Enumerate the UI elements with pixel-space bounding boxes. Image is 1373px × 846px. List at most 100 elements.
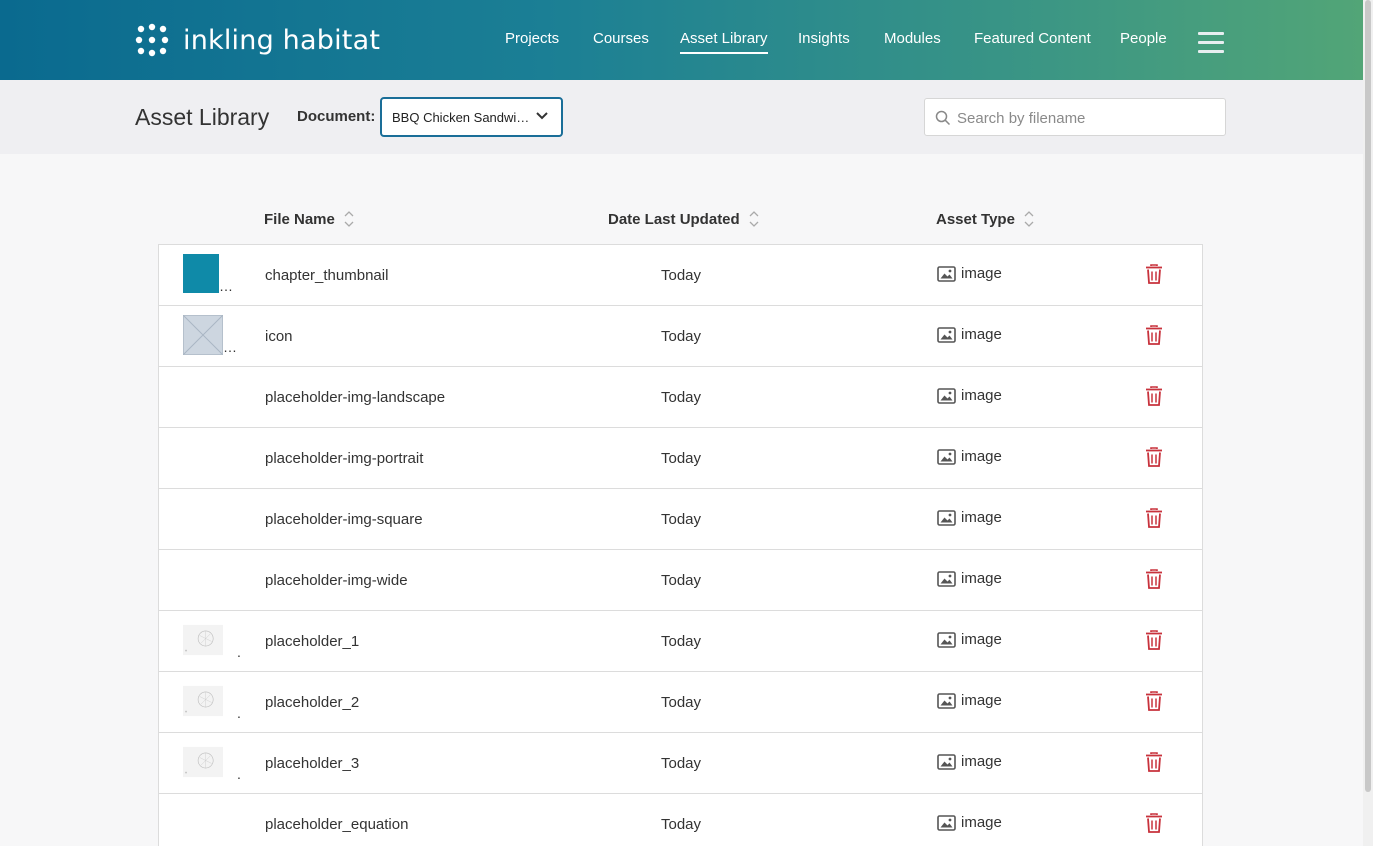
trash-icon [1146,752,1162,772]
scrollbar-thumb[interactable] [1365,0,1371,792]
file-name[interactable]: placeholder-img-landscape [265,389,445,406]
file-name[interactable]: placeholder_3 [265,755,359,772]
date-last-updated: Today [661,511,702,528]
trash-icon [1146,691,1162,711]
asset-type-label: image [961,509,1002,526]
image-icon [937,326,956,343]
hamburger-menu-icon[interactable] [1198,32,1224,56]
delete-button[interactable] [1145,325,1163,350]
placeholder-image-icon [183,315,223,355]
search-input[interactable] [957,107,1217,129]
asset-type: image [937,692,1002,709]
search-icon [935,110,951,126]
image-icon [937,448,956,465]
sketch-thumbnail-icon [183,624,223,656]
nav-projects[interactable]: Projects [505,30,559,47]
delete-button[interactable] [1145,691,1163,716]
date-last-updated: Today [661,267,702,284]
sketch-thumbnail-icon [183,685,223,717]
asset-type: image [937,265,1002,282]
asset-type-label: image [961,448,1002,465]
delete-button[interactable] [1145,386,1163,411]
trash-icon [1146,325,1162,345]
date-last-updated: Today [661,816,702,833]
delete-button[interactable] [1145,569,1163,594]
document-select[interactable]: BBQ Chicken Sandwi… [380,97,563,137]
thumbnail-overflow: . [237,766,241,782]
file-name[interactable]: icon [265,328,293,345]
file-name[interactable]: placeholder-img-square [265,511,423,528]
image-icon [937,753,956,770]
delete-button[interactable] [1145,264,1163,289]
table-row[interactable]: . placeholder_3 Today image [159,733,1202,794]
asset-type: image [937,570,1002,587]
delete-button[interactable] [1145,508,1163,533]
nav-people[interactable]: People [1120,30,1167,47]
trash-icon [1146,508,1162,528]
nav-asset-library[interactable]: Asset Library [680,30,768,54]
file-name[interactable]: placeholder-img-wide [265,572,408,589]
date-last-updated: Today [661,633,702,650]
file-name[interactable]: placeholder_1 [265,633,359,650]
trash-icon [1146,630,1162,650]
trash-icon [1146,264,1162,284]
asset-type-label: image [961,265,1002,282]
sort-icon [749,211,759,227]
column-header-file-name-label: File Name [264,210,335,228]
date-last-updated: Today [661,572,702,589]
image-icon [937,570,956,587]
sort-icon [1024,211,1034,227]
asset-type-label: image [961,753,1002,770]
column-header-asset-type[interactable]: Asset Type [936,210,1034,228]
file-name[interactable]: placeholder_equation [265,816,408,833]
page-subheader: Asset Library Document: BBQ Chicken Sand… [0,80,1363,154]
page-scrollbar[interactable] [1363,0,1373,846]
asset-thumbnail [183,254,219,293]
nav-insights[interactable]: Insights [798,30,850,47]
table-row[interactable]: placeholder-img-landscape Today image [159,367,1202,428]
asset-table: … chapter_thumbnail Today image … icon Today im… [158,244,1203,846]
asset-type-label: image [961,326,1002,343]
file-name[interactable]: chapter_thumbnail [265,267,388,284]
asset-list-section: File Name Date Last Updated Asset Type …… [0,154,1363,846]
date-last-updated: Today [661,450,702,467]
thumbnail-overflow: . [237,644,241,660]
sort-icon [344,211,354,227]
file-name[interactable]: placeholder-img-portrait [265,450,423,467]
column-header-asset-type-label: Asset Type [936,210,1015,228]
table-row[interactable]: placeholder-img-square Today image [159,489,1202,550]
delete-button[interactable] [1145,630,1163,655]
date-last-updated: Today [661,755,702,772]
table-row[interactable]: … chapter_thumbnail Today image [159,245,1202,306]
document-label: Document: [297,108,376,125]
table-row[interactable]: … icon Today image [159,306,1202,367]
main-nav: Projects Courses Asset Library Insights … [0,0,1363,80]
column-header-date[interactable]: Date Last Updated [608,210,759,228]
table-row[interactable]: placeholder_equation Today image [159,794,1202,846]
image-icon [937,814,956,831]
asset-type-label: image [961,631,1002,648]
image-icon [937,631,956,648]
table-row[interactable]: . placeholder_1 Today image [159,611,1202,672]
search-box[interactable] [924,98,1226,136]
delete-button[interactable] [1145,813,1163,838]
nav-modules[interactable]: Modules [884,30,941,47]
trash-icon [1146,386,1162,406]
date-last-updated: Today [661,694,702,711]
table-row[interactable]: placeholder-img-wide Today image [159,550,1202,611]
image-icon [937,387,956,404]
trash-icon [1146,813,1162,833]
nav-featured-content[interactable]: Featured Content [974,30,1091,47]
asset-type: image [937,814,1002,831]
file-name[interactable]: placeholder_2 [265,694,359,711]
thumbnail-overflow: … [219,278,233,294]
delete-button[interactable] [1145,752,1163,777]
column-header-file-name[interactable]: File Name [264,210,354,228]
asset-type-label: image [961,692,1002,709]
nav-courses[interactable]: Courses [593,30,649,47]
table-row[interactable]: placeholder-img-portrait Today image [159,428,1202,489]
delete-button[interactable] [1145,447,1163,472]
sketch-thumbnail-icon [183,746,223,778]
table-row[interactable]: . placeholder_2 Today image [159,672,1202,733]
asset-type: image [937,326,1002,343]
